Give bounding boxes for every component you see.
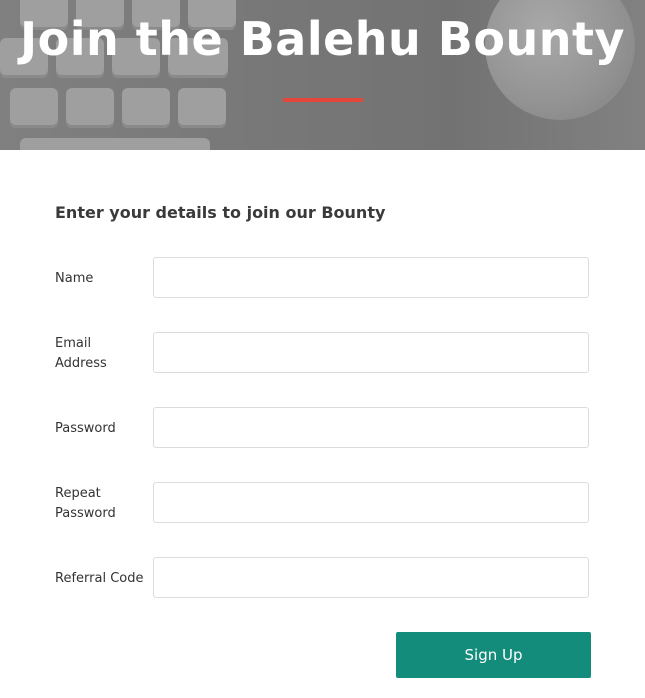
name-input[interactable] <box>153 257 589 298</box>
form-row-password: Password <box>55 407 591 451</box>
referral-code-label: Referral Code <box>55 571 144 586</box>
email-label: Email Address <box>55 336 107 371</box>
hero-banner: Join the Balehu Bounty <box>0 0 645 150</box>
form-row-email: Email Address <box>55 332 591 376</box>
name-label: Name <box>55 271 94 286</box>
title-accent-underline <box>283 98 363 102</box>
form-row-repeat-password: Repeat Password <box>55 482 591 526</box>
signup-form: Enter your details to join our Bounty <box>55 200 591 226</box>
form-row-referral-code: Referral Code <box>55 557 591 601</box>
page-title: Join the Balehu Bounty <box>20 12 625 66</box>
form-heading: Enter your details to join our Bounty <box>55 203 386 222</box>
referral-code-input[interactable] <box>153 557 589 598</box>
repeat-password-input[interactable] <box>153 482 589 523</box>
repeat-password-label: Repeat Password <box>55 486 116 521</box>
password-input[interactable] <box>153 407 589 448</box>
password-label: Password <box>55 421 116 436</box>
email-input[interactable] <box>153 332 589 373</box>
sign-up-button[interactable]: Sign Up <box>396 632 591 678</box>
form-row-name: Name <box>55 257 591 301</box>
